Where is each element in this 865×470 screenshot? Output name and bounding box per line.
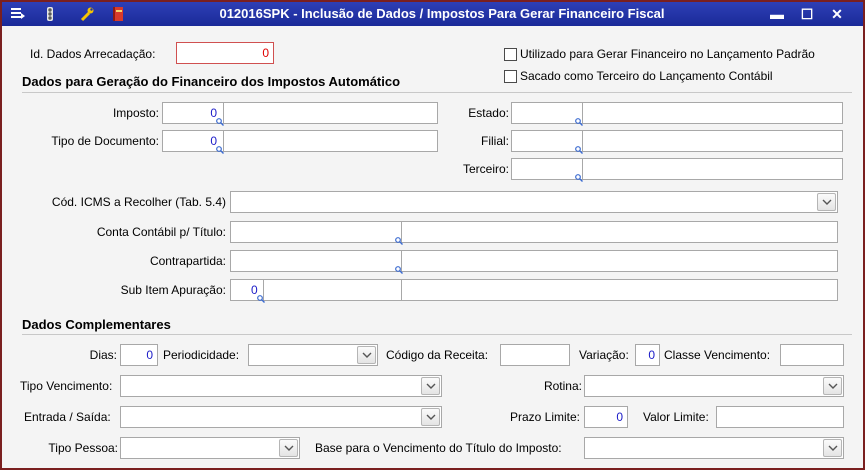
- estado-input[interactable]: [511, 102, 843, 124]
- filial-label: Filial:: [480, 134, 509, 148]
- form-content: Id. Dados Arrecadação: 0 Utilizado para …: [2, 26, 863, 468]
- form-window: 012016SPK - Inclusão de Dados / Impostos…: [0, 0, 865, 470]
- section-comp-divider: [22, 334, 852, 335]
- valor-limite-label: Valor Limite:: [643, 410, 709, 424]
- chevron-down-icon[interactable]: [421, 377, 440, 395]
- codigo-receita-label: Código da Receita:: [386, 348, 489, 362]
- tipo-documento-label: Tipo de Documento:: [51, 134, 159, 148]
- conta-contabil-label: Conta Contábil p/ Título:: [96, 225, 226, 239]
- chevron-down-icon[interactable]: [823, 377, 842, 395]
- tipo-pessoa-label: Tipo Pessoa:: [48, 441, 118, 455]
- lookup-icon[interactable]: [216, 146, 224, 154]
- lookup-icon[interactable]: [395, 237, 403, 245]
- conta-contabil-input[interactable]: [230, 221, 838, 243]
- dias-label: Dias:: [89, 348, 117, 362]
- save-list-icon[interactable]: [10, 6, 26, 22]
- periodicidade-label: Periodicidade:: [163, 348, 240, 362]
- variacao-input[interactable]: 0: [635, 344, 660, 366]
- section-auto-title: Dados para Geração do Financeiro dos Imp…: [22, 74, 401, 89]
- minimize-button[interactable]: ▬: [764, 4, 790, 24]
- tipo-vencimento-select[interactable]: [120, 375, 442, 397]
- gerar-financeiro-label: Utilizado para Gerar Financeiro no Lança…: [520, 47, 815, 61]
- id-dados-label: Id. Dados Arrecadação:: [30, 47, 156, 61]
- sub-item-divider-2: [401, 279, 402, 301]
- rotina-label: Rotina:: [543, 379, 582, 393]
- imposto-input[interactable]: 0: [162, 102, 438, 124]
- lookup-icon[interactable]: [257, 295, 265, 303]
- chevron-down-icon[interactable]: [823, 439, 842, 457]
- chevron-down-icon[interactable]: [279, 439, 298, 457]
- base-vencimento-select[interactable]: [584, 437, 844, 459]
- valor-limite-input[interactable]: [716, 406, 844, 428]
- window-title: 012016SPK - Inclusão de Dados / Impostos…: [219, 6, 665, 21]
- sacado-terceiro-checkbox[interactable]: [504, 70, 517, 83]
- prazo-limite-label: Prazo Limite:: [509, 410, 580, 424]
- variacao-label: Variação:: [579, 348, 629, 362]
- lookup-icon[interactable]: [575, 146, 583, 154]
- terceiro-label: Terceiro:: [462, 162, 509, 176]
- contrapartida-input[interactable]: [230, 250, 838, 272]
- title-bar: 012016SPK - Inclusão de Dados / Impostos…: [2, 2, 863, 26]
- maximize-button[interactable]: ☐: [794, 4, 820, 24]
- entrada-saida-select[interactable]: [120, 406, 442, 428]
- section-comp-title: Dados Complementares: [22, 317, 171, 332]
- terceiro-input[interactable]: [511, 158, 843, 180]
- tipo-vencimento-label: Tipo Vencimento:: [20, 379, 113, 393]
- chevron-down-icon[interactable]: [817, 193, 836, 211]
- lookup-icon[interactable]: [395, 266, 403, 274]
- book-icon[interactable]: [110, 6, 126, 22]
- sub-item-input[interactable]: 0: [230, 279, 838, 301]
- contrapartida-label: Contrapartida:: [149, 254, 226, 268]
- estado-label: Estado:: [468, 106, 509, 120]
- periodicidade-select[interactable]: [248, 344, 378, 366]
- prazo-limite-input[interactable]: 0: [584, 406, 628, 428]
- gerar-financeiro-checkbox[interactable]: [504, 48, 517, 61]
- imposto-label: Imposto:: [112, 106, 159, 120]
- cod-icms-select[interactable]: [230, 191, 838, 213]
- chevron-down-icon[interactable]: [421, 408, 440, 426]
- lookup-icon[interactable]: [575, 174, 583, 182]
- sub-item-label: Sub Item Apuração:: [120, 283, 226, 297]
- traffic-light-icon[interactable]: [42, 6, 58, 22]
- tipo-documento-input[interactable]: 0: [162, 130, 438, 152]
- rotina-select[interactable]: [584, 375, 844, 397]
- sacado-terceiro-label: Sacado como Terceiro do Lançamento Contá…: [520, 69, 773, 83]
- section-auto-divider: [22, 92, 852, 93]
- chevron-down-icon[interactable]: [357, 346, 376, 364]
- id-dados-input[interactable]: 0: [176, 42, 274, 64]
- lookup-icon[interactable]: [216, 118, 224, 126]
- wrench-icon[interactable]: [79, 6, 95, 22]
- close-button[interactable]: ✕: [824, 4, 850, 24]
- filial-input[interactable]: [511, 130, 843, 152]
- tipo-pessoa-select[interactable]: [120, 437, 300, 459]
- cod-icms-label: Cód. ICMS a Recolher (Tab. 5.4): [51, 195, 226, 209]
- codigo-receita-input[interactable]: [500, 344, 570, 366]
- entrada-saida-label: Entrada / Saída:: [24, 410, 111, 424]
- dias-input[interactable]: 0: [120, 344, 158, 366]
- base-vencimento-label: Base para o Vencimento do Título do Impo…: [315, 441, 562, 455]
- classe-vencimento-input[interactable]: [780, 344, 844, 366]
- classe-vencimento-label: Classe Vencimento:: [664, 348, 771, 362]
- lookup-icon[interactable]: [575, 118, 583, 126]
